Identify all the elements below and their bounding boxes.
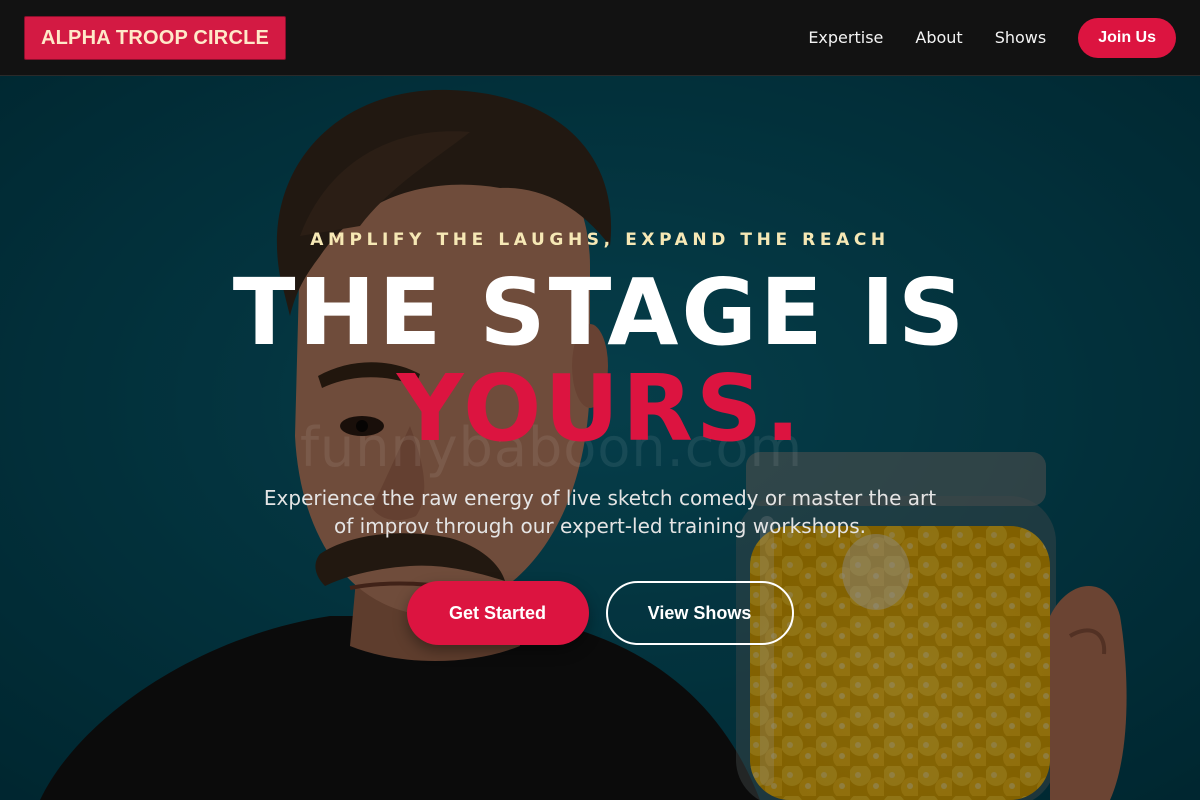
hero-section: funnybaboon.com AMPLIFY THE LAUGHS, EXPA… xyxy=(0,76,1200,800)
brand-logo[interactable]: ALPHA TROOP CIRCLE xyxy=(24,16,287,60)
hero-tagline: AMPLIFY THE LAUGHS, EXPAND THE REACH xyxy=(310,230,890,250)
get-started-button[interactable]: Get Started xyxy=(406,581,589,645)
nav-links: Expertise About Shows Join Us xyxy=(808,18,1176,58)
nav-link-about[interactable]: About xyxy=(915,18,962,58)
nav-link-expertise[interactable]: Expertise xyxy=(808,18,883,58)
hero-subtext: Experience the raw energy of live sketch… xyxy=(263,486,937,538)
top-navbar: ALPHA TROOP CIRCLE Expertise About Shows… xyxy=(0,0,1200,76)
hero-headline: THE STAGE IS xyxy=(232,259,968,366)
view-shows-button[interactable]: View Shows xyxy=(605,581,794,645)
hero-cta-row: Get Started View Shows xyxy=(0,581,1200,645)
nav-link-shows[interactable]: Shows xyxy=(995,18,1047,58)
hero-headline-accent: YOURS. xyxy=(396,355,804,462)
join-us-button[interactable]: Join Us xyxy=(1078,18,1176,58)
